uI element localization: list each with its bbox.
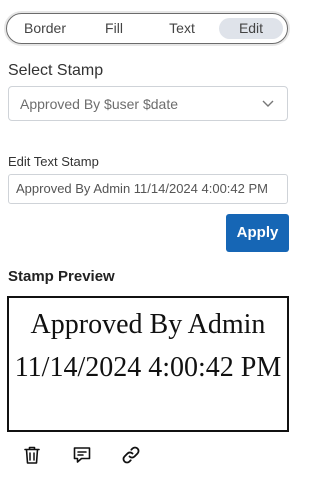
- stamp-editor-panel: Border Fill Text Edit Select Stamp Appro…: [0, 0, 296, 482]
- link-icon: [122, 446, 140, 464]
- delete-button[interactable]: [21, 444, 43, 466]
- chevron-down-icon: [262, 100, 274, 107]
- tab-text[interactable]: Text: [157, 18, 207, 39]
- edit-text-stamp-label: Edit Text Stamp: [8, 154, 99, 169]
- edit-text-stamp-input[interactable]: Approved By Admin 11/14/2024 4:00:42 PM: [8, 174, 288, 204]
- stamp-preview-label: Stamp Preview: [8, 268, 115, 285]
- tab-edit[interactable]: Edit: [219, 18, 283, 39]
- stamp-select[interactable]: Approved By $user $date: [8, 86, 288, 121]
- tab-fill[interactable]: Fill: [89, 18, 139, 39]
- comment-button[interactable]: [71, 444, 93, 466]
- stamp-preview-box: Approved By Admin 11/14/2024 4:00:42 PM: [7, 296, 289, 432]
- comment-icon: [73, 447, 91, 463]
- tab-border[interactable]: Border: [17, 18, 73, 39]
- trash-icon: [24, 446, 40, 464]
- link-button[interactable]: [120, 444, 142, 466]
- select-stamp-label: Select Stamp: [8, 62, 104, 79]
- apply-button[interactable]: Apply: [226, 214, 289, 252]
- stamp-select-value: Approved By $user $date: [20, 96, 178, 112]
- tab-bar: Border Fill Text Edit: [6, 13, 288, 44]
- stamp-preview-text: Approved By Admin 11/14/2024 4:00:42 PM: [14, 309, 282, 383]
